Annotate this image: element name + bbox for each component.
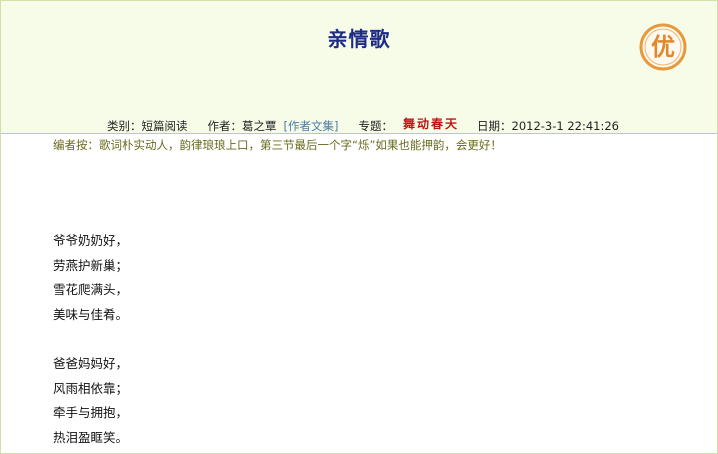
topic-value[interactable]: 舞动春天 [403, 115, 459, 132]
poem-line: 劳燕护新巢； [53, 257, 129, 273]
poem-line: 风雨相依靠； [53, 380, 129, 396]
poem-line: 美味与佳肴。 [53, 306, 129, 322]
poem-line: 雪花爬满头， [53, 282, 129, 297]
editor-note: 编者按：歌词朴实动人，韵律琅琅上口，第三节最后一个字“烁”如果也能押韵，会更好！ [53, 138, 502, 152]
author-works-link[interactable]: [作者文集] [284, 118, 339, 134]
excellent-badge-icon: 优 [637, 21, 689, 73]
topic-label: 专题： [358, 119, 393, 133]
article-header: 亲情歌 优 类别： 短篇阅读 作者： 葛之覃 [作者文集] 专题： 舞动春天 日… [1, 1, 717, 134]
date-value: 2012-3-1 22:41:26 [511, 119, 620, 133]
category-value: 短篇阅读 [141, 119, 188, 133]
category-label: 类别： [107, 119, 142, 133]
poem-body: 爷爷奶奶好， 劳燕护新巢； 雪花爬满头， 美味与佳肴。 爸爸妈妈好， 风雨相依靠… [53, 229, 128, 450]
author-label: 作者： [207, 119, 243, 133]
article-meta: 类别： 短篇阅读 作者： 葛之覃 [作者文集] 专题： 舞动春天 日期： 201… [107, 115, 620, 134]
date-label: 日期： [477, 119, 512, 133]
author-value: 葛之覃 [242, 119, 277, 133]
badge-text: 优 [651, 32, 675, 61]
poem-line: 爷爷奶奶好， [53, 233, 129, 248]
stanza-gap [53, 327, 128, 352]
poem-line: 热泪盈眶笑。 [53, 429, 129, 445]
article-frame: 亲情歌 优 类别： 短篇阅读 作者： 葛之覃 [作者文集] 专题： 舞动春天 日… [0, 0, 718, 454]
poem-line: 牵手与拥抱， [53, 405, 129, 420]
poem-line: 爸爸妈妈好， [53, 356, 129, 371]
article-title: 亲情歌 [327, 27, 391, 51]
